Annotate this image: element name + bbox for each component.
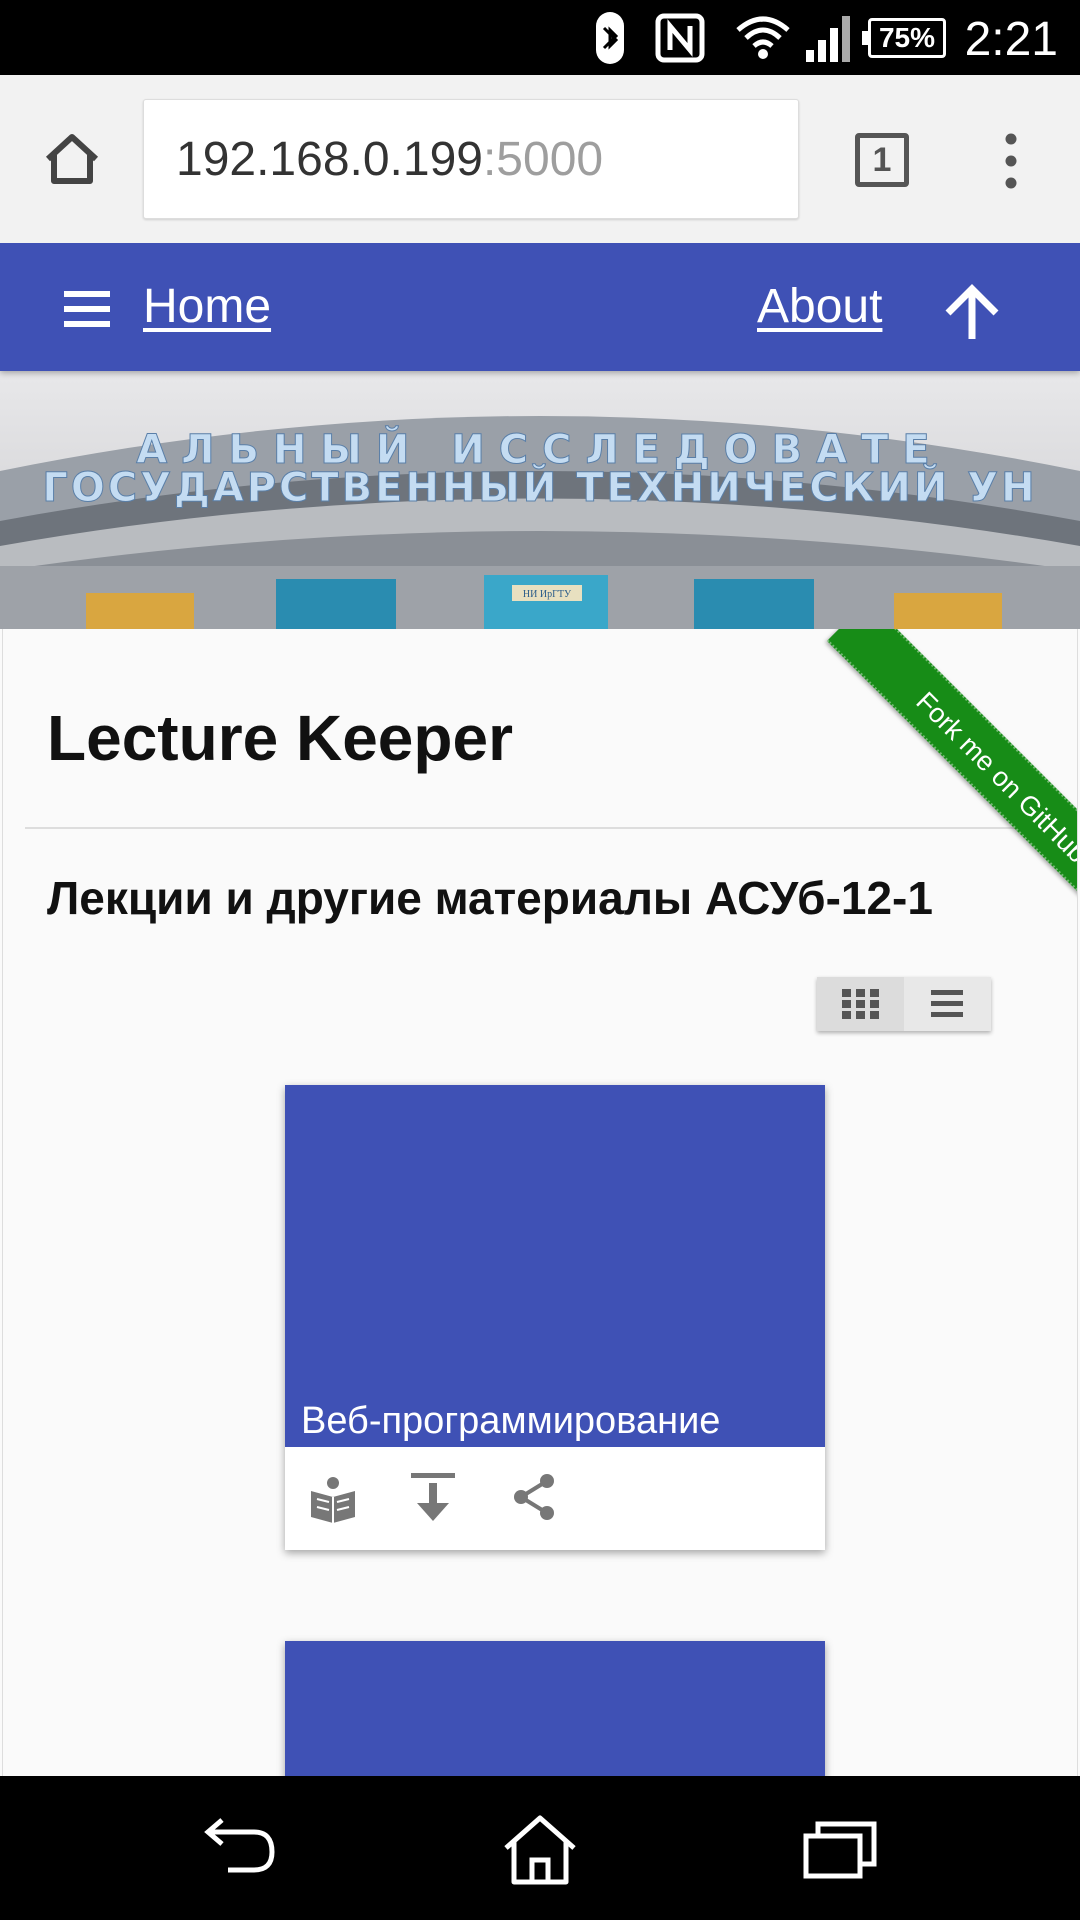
battery-icon: 75% <box>862 18 946 58</box>
grid-view-button[interactable] <box>817 977 904 1031</box>
view-toggle <box>817 977 991 1031</box>
lecture-card[interactable]: Веб-программирование <box>285 1085 825 1550</box>
banner-sign: НИ ИрГТУ <box>523 589 572 600</box>
web-page: Home About НИ ИрГТУ АЛЬНЫЙ ИССЛЕДОВАТЕ Г <box>0 243 1080 1776</box>
github-ribbon[interactable]: Fork me on GitHub <box>779 629 1077 929</box>
download-icon[interactable] <box>405 1469 461 1525</box>
system-navigation-bar <box>0 1776 1080 1920</box>
browser-menu-icon[interactable] <box>996 131 1026 191</box>
grid-view-icon <box>842 989 879 1019</box>
back-icon[interactable] <box>198 1812 282 1888</box>
card-image[interactable]: Веб-программирование <box>285 1085 825 1447</box>
github-ribbon-label[interactable]: Fork me on GitHub <box>826 629 1077 929</box>
share-icon[interactable] <box>507 1469 563 1525</box>
card-image[interactable] <box>285 1641 825 1776</box>
header-banner-image: НИ ИрГТУ АЛЬНЫЙ ИССЛЕДОВАТЕ ГОСУДАРСТВЕН… <box>0 371 1080 629</box>
url-host: 192.168.0.199 <box>176 133 483 186</box>
lecture-card[interactable] <box>285 1641 825 1776</box>
home-icon[interactable] <box>498 1812 582 1888</box>
hamburger-menu-icon[interactable] <box>64 291 110 327</box>
read-icon[interactable] <box>305 1469 361 1525</box>
card-title: Веб-программирование <box>301 1400 721 1442</box>
bluetooth-icon <box>596 12 624 64</box>
browser-home-icon[interactable] <box>42 131 102 187</box>
browser-toolbar: 192.168.0.199:5000 1 <box>0 75 1080 243</box>
nav-home-link[interactable]: Home <box>143 279 271 334</box>
site-navbar: Home About <box>0 243 1080 371</box>
list-view-icon <box>931 990 963 1017</box>
banner-line2: ГОСУДАРСТВЕННЫЙ ТЕХНИЧЕСКИЙ УН <box>42 463 1037 511</box>
nfc-icon <box>655 13 705 63</box>
card-actions <box>285 1447 825 1550</box>
arrow-up-icon[interactable] <box>944 283 1000 341</box>
tab-switcher-button[interactable]: 1 <box>855 133 909 187</box>
clock: 2:21 <box>964 13 1058 66</box>
page-title: Lecture Keeper <box>47 702 513 774</box>
wifi-icon <box>736 16 790 59</box>
signal-icon <box>806 16 850 62</box>
status-bar: 75% 2:21 <box>0 0 1080 75</box>
address-bar[interactable]: 192.168.0.199:5000 <box>143 99 799 219</box>
nav-about-link[interactable]: About <box>757 279 882 334</box>
main-content: Lecture Keeper Лекции и другие материалы… <box>2 629 1078 1776</box>
list-view-button[interactable] <box>904 977 991 1031</box>
url-port: :5000 <box>482 133 604 186</box>
recent-apps-icon[interactable] <box>798 1812 882 1888</box>
